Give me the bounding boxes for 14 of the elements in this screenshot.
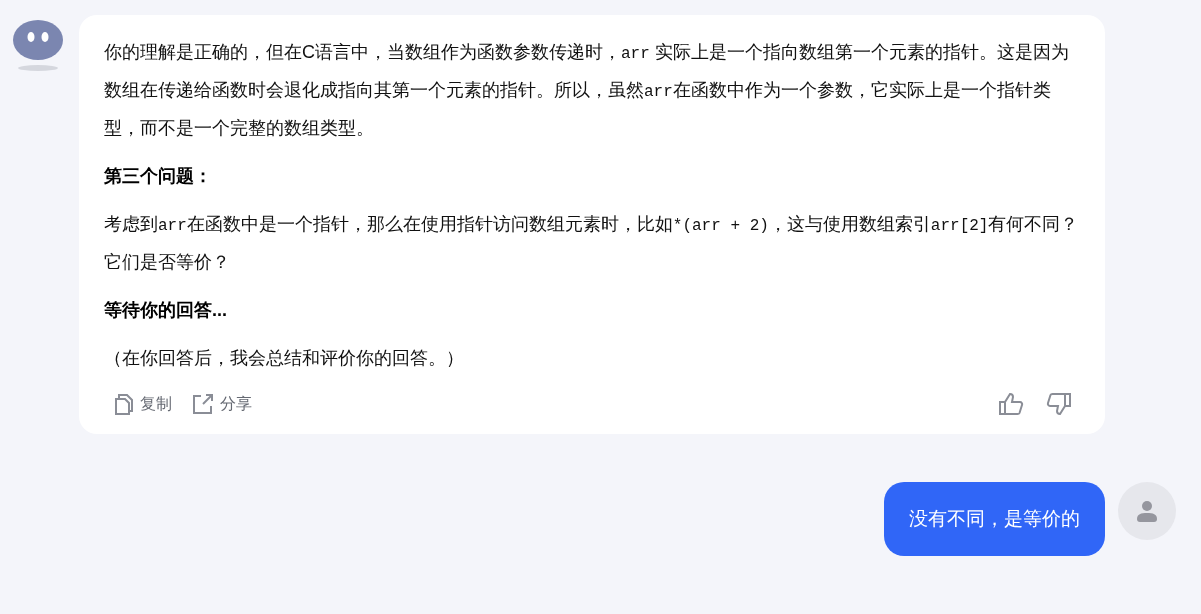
message-paragraph: 你的理解是正确的，但在C语言中，当数组作为函数参数传递时，arr 实际上是一个指向数组第一个元素的指针。这是因为数组在传递给函数时会退化成指向其第一个元素的指针。所以，虽然arr在函数中作为一个参数，它实际上是一个指针类型，而不是一个完整的数组类型。 bbox=[104, 41, 1070, 140]
copy-icon bbox=[114, 393, 134, 415]
message-paragraph: 考虑到arr在函数中是一个指针，那么在使用指针访问数组元素时，比如*(arr + 2)，这与使用数组索引arr[2]有何不同？它们是否等价？ bbox=[104, 213, 1080, 274]
thumbs-down-icon[interactable] bbox=[1046, 392, 1072, 416]
message-paragraph: （在你回答后，我会总结和评价你的回答。） bbox=[104, 347, 465, 370]
section-heading: 第三个问题： bbox=[104, 165, 213, 188]
bot-avatar-icon bbox=[12, 20, 64, 72]
section-heading: 等待你的回答... bbox=[104, 299, 228, 322]
share-button[interactable]: 分享 bbox=[192, 392, 252, 416]
user-message-bubble: 没有不同，是等价的 bbox=[884, 482, 1105, 556]
share-icon bbox=[192, 393, 214, 415]
thumbs-up-icon[interactable] bbox=[998, 392, 1024, 416]
copy-button[interactable]: 复制 bbox=[114, 392, 172, 416]
user-avatar-icon bbox=[1136, 500, 1158, 522]
